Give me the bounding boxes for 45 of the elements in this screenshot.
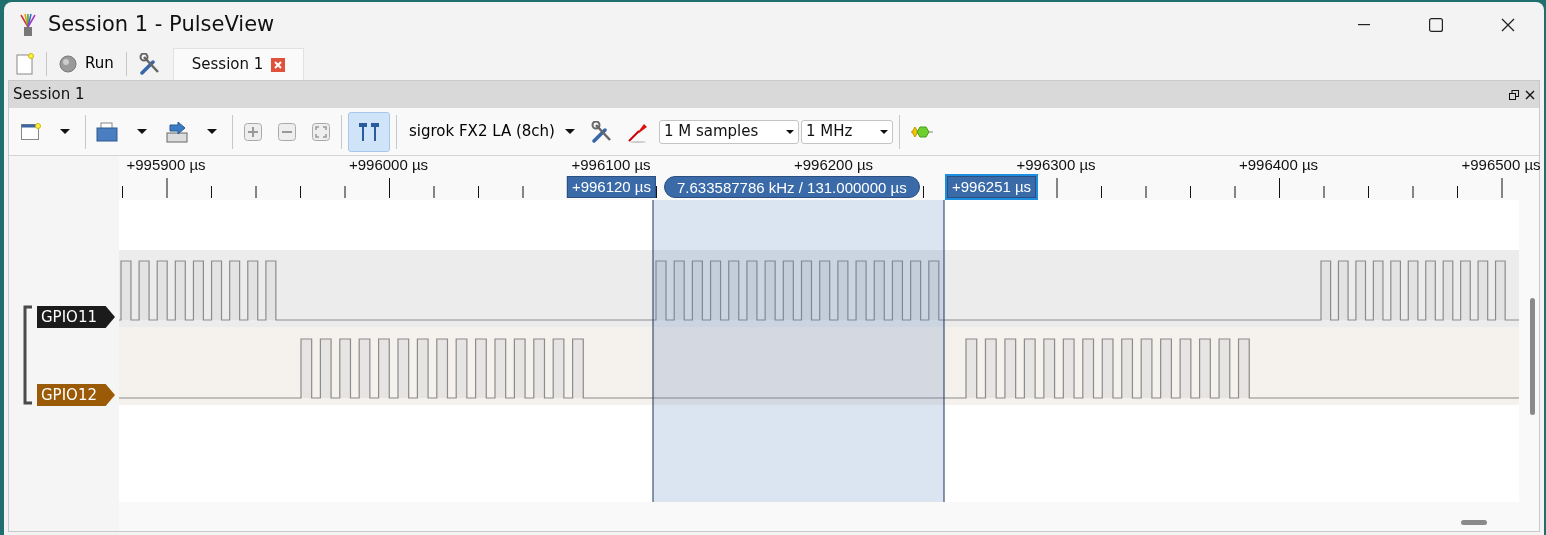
document-icon: [16, 52, 34, 75]
time-label: +996200 µs: [793, 156, 874, 174]
scrollbar-thumb[interactable]: [1461, 520, 1487, 525]
caret-icon: [137, 129, 147, 134]
maximize-icon: [1429, 17, 1443, 32]
sample-count-dropdown[interactable]: 1 M samples: [658, 119, 799, 144]
cursor-flag[interactable]: +996120 µs: [566, 176, 656, 198]
zoom-out-icon: [278, 122, 296, 141]
time-label: +996400 µs: [1238, 156, 1319, 174]
channel-label[interactable]: GPIO11: [37, 306, 115, 328]
window-title: Session 1 - PulseView: [48, 10, 275, 38]
run-button[interactable]: Run: [53, 50, 120, 77]
float-icon[interactable]: [1509, 89, 1519, 100]
time-label: +996500 µs: [1461, 156, 1541, 174]
cursors-button[interactable]: [348, 111, 390, 152]
cursor-pair-icon: [358, 121, 380, 142]
time-label: +995900 µs: [126, 156, 206, 174]
time-label: +996100 µs: [571, 156, 651, 174]
measurement-label: 7.633587786 kHz / 131.000000 µs: [664, 176, 920, 198]
device-dropdown[interactable]: sigrok FX2 LA (8ch): [403, 119, 581, 144]
sample-rate-dropdown[interactable]: 1 MHz: [800, 119, 893, 144]
decoder-icon: [909, 125, 934, 138]
wrench-screwdriver-icon: [138, 52, 161, 75]
caret-icon: [564, 129, 575, 134]
close-icon: [1501, 17, 1515, 32]
caret-icon: [60, 129, 70, 134]
caret-icon: [207, 129, 217, 134]
cursor-flag[interactable]: +996251 µs: [947, 176, 1037, 198]
close-icon[interactable]: [1525, 89, 1535, 100]
session-tab[interactable]: Session 1: [172, 48, 305, 80]
time-label: +996000 µs: [348, 156, 429, 174]
minimize-icon: [1358, 23, 1370, 26]
scrollbar-thumb[interactable]: [1530, 298, 1535, 415]
app-icon: [18, 12, 38, 37]
time-label: +996300 µs: [1016, 156, 1096, 174]
caret-icon: [785, 129, 794, 134]
channel-label[interactable]: GPIO12: [37, 384, 115, 406]
dock-title: Session 1: [13, 84, 85, 106]
circle-icon: [59, 54, 77, 73]
window-icon: [21, 122, 41, 141]
save-icon: [166, 120, 188, 143]
caret-icon: [879, 129, 888, 134]
wrench-screwdriver-icon: [590, 120, 613, 143]
zoom-in-icon: [244, 122, 262, 141]
zoom-fit-icon: [312, 122, 330, 141]
